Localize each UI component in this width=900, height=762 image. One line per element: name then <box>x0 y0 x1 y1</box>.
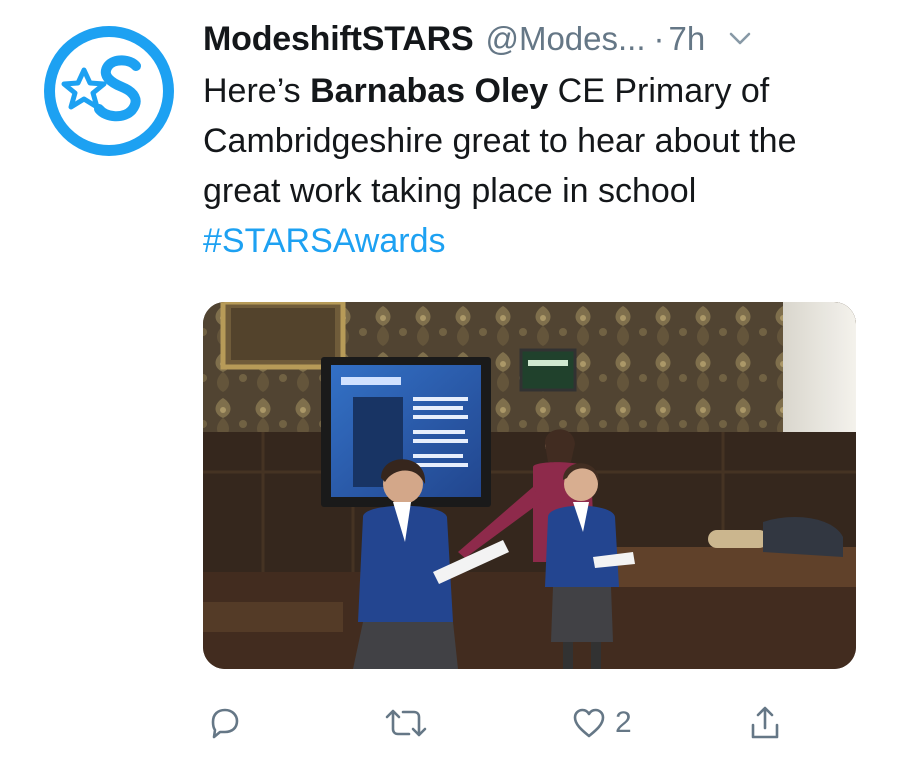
retweet-button[interactable] <box>383 698 429 748</box>
reply-button[interactable] <box>205 698 245 748</box>
tweet[interactable]: ModeshiftSTARS @Modes... · 7h Here’s Bar… <box>0 0 900 762</box>
tweet-actions: 2 <box>203 698 803 758</box>
tweet-photo[interactable] <box>203 302 856 669</box>
share-icon <box>751 706 779 739</box>
like-count: 2 <box>615 706 632 739</box>
display-name[interactable]: ModeshiftSTARS <box>203 20 474 59</box>
photo-classroom-presentation <box>203 302 856 669</box>
modeshift-stars-logo-icon <box>44 26 174 156</box>
tweet-time[interactable]: 7h <box>669 20 706 58</box>
like-button[interactable]: 2 <box>569 698 632 748</box>
tweet-text: Here’s Barnabas Oley CE Primary of Cambr… <box>203 66 863 266</box>
retweet-icon <box>385 709 427 737</box>
avatar[interactable] <box>44 26 174 156</box>
hashtag-link[interactable]: #STARSAwards <box>203 222 446 260</box>
user-handle[interactable]: @Modes... <box>485 20 645 58</box>
time-separator: · <box>653 20 665 57</box>
tweet-content: ModeshiftSTARS @Modes... · 7h Here’s Bar… <box>203 14 863 266</box>
tweet-header: ModeshiftSTARS @Modes... · 7h <box>203 14 863 64</box>
chevron-down-icon[interactable] <box>727 26 753 52</box>
heart-icon <box>573 708 605 738</box>
mention-bold: Barnabas Oley <box>310 72 549 110</box>
share-button[interactable] <box>745 698 785 748</box>
tweet-text-part: Here’s <box>203 72 311 110</box>
reply-icon <box>211 708 239 739</box>
